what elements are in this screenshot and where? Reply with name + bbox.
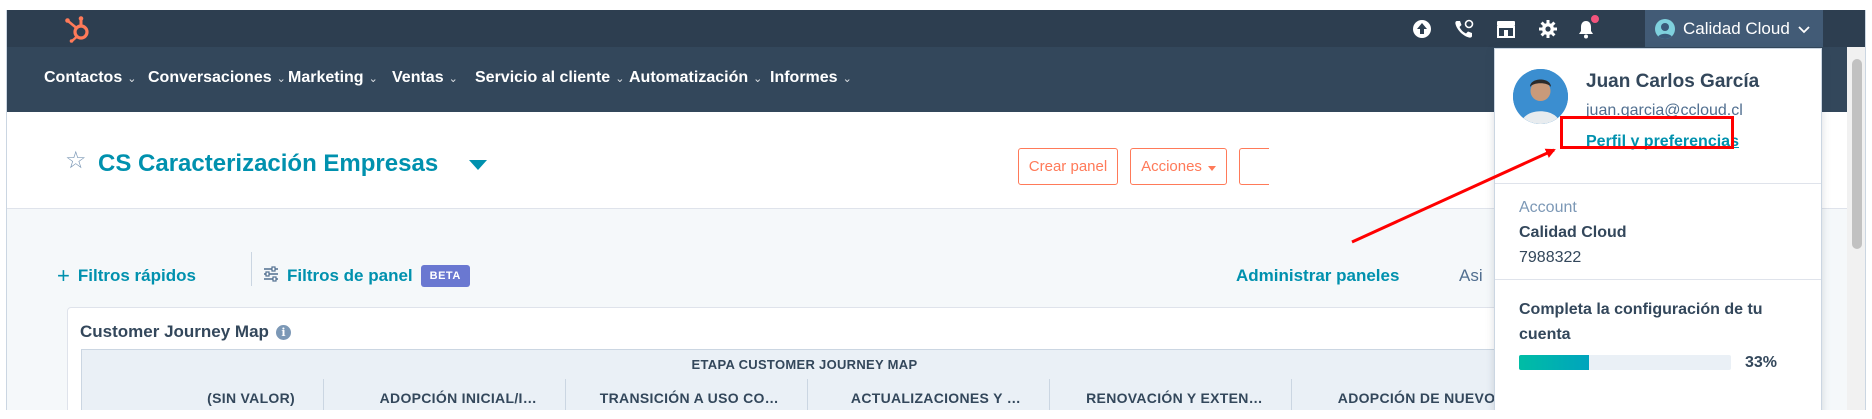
annotation-highlight-box [1560, 116, 1734, 149]
sliders-icon [263, 265, 279, 287]
table-column-header[interactable]: RENOVACIÓN Y EXTEN… [1050, 379, 1292, 410]
actions-button[interactable]: Acciones [1130, 148, 1227, 185]
account-menu-button[interactable]: Calidad Cloud [1645, 10, 1823, 47]
notification-badge [1590, 14, 1600, 24]
chevron-down-icon: ⌄ [276, 72, 286, 85]
nav-item-informes[interactable]: Informes ⌄ [770, 69, 852, 87]
plus-icon: + [57, 263, 70, 288]
page-scrollbar[interactable] [1847, 47, 1865, 410]
marketplace-icon[interactable] [1495, 18, 1517, 40]
account-label: Account [1519, 199, 1577, 216]
panel-filters-button[interactable]: Filtros de panel BETA [263, 265, 470, 287]
table-group-header: ETAPA CUSTOMER JOURNEY MAP [81, 349, 1528, 380]
account-dropdown: Juan Carlos García juan.garcia@ccloud.cl… [1494, 48, 1822, 410]
page-title[interactable]: CS Caracterización Empresas [98, 150, 438, 178]
divider [1495, 279, 1821, 280]
nav-item-servicio-al-cliente[interactable]: Servicio al cliente ⌄ [475, 69, 624, 87]
scrollbar-thumb[interactable] [1852, 59, 1862, 249]
hubspot-logo-icon[interactable] [63, 14, 93, 44]
setup-progress-percent: 33% [1745, 354, 1778, 371]
chevron-down-icon: ⌄ [842, 72, 852, 85]
nav-item-ventas[interactable]: Ventas ⌄ [392, 69, 458, 87]
account-name[interactable]: Calidad Cloud [1519, 224, 1627, 242]
app-frame: Calidad Cloud Contactos ⌄ Conversaciones ⌄… [6, 10, 1866, 410]
actions-label: Acciones [1141, 158, 1202, 175]
favorite-star-icon[interactable]: ☆ [65, 149, 87, 173]
table-group-header-text: ETAPA CUSTOMER JOURNEY MAP [691, 357, 918, 372]
settings-icon[interactable] [1537, 18, 1559, 40]
top-bar: Calidad Cloud [7, 10, 1865, 47]
chevron-down-icon: ⌄ [127, 72, 137, 85]
divider [251, 252, 252, 286]
nav-item-label: Ventas [392, 69, 444, 86]
nav-item-automatizacion[interactable]: Automatización ⌄ [629, 69, 762, 87]
chevron-down-icon: ⌄ [615, 72, 625, 85]
account-id: 7988322 [1519, 249, 1582, 266]
setup-progress-bar [1519, 355, 1731, 370]
nav-item-label: Servicio al cliente [475, 69, 611, 86]
setup-progress-fill [1519, 355, 1589, 370]
nav-item-label: Marketing [288, 69, 364, 86]
info-icon[interactable]: i [275, 324, 291, 340]
chevron-down-icon [1798, 19, 1810, 39]
table-column-header[interactable]: ADOPCIÓN INICIAL/I… [324, 379, 566, 410]
quick-filters-label: Filtros rápidos [77, 266, 196, 285]
chevron-down-icon: ⌄ [448, 72, 458, 85]
chevron-down-icon: ⌄ [753, 72, 763, 85]
nav-item-contactos[interactable]: Contactos ⌄ [44, 69, 136, 87]
notifications-icon[interactable] [1575, 14, 1600, 40]
create-panel-label: Crear panel [1028, 158, 1108, 175]
nav-item-label: Contactos [44, 69, 123, 86]
caret-down-icon[interactable] [469, 160, 487, 170]
report-card: Customer Journey Map i ETAPA CUSTOMER JO… [67, 307, 1534, 410]
quick-filters-button[interactable]: + Filtros rápidos [57, 265, 196, 287]
nav-item-marketing[interactable]: Marketing ⌄ [288, 69, 378, 87]
beta-badge: BETA [420, 265, 470, 287]
table-column-header[interactable]: TRANSICIÓN A USO CO… [566, 379, 808, 410]
avatar [1655, 18, 1675, 39]
divider [1495, 183, 1821, 184]
nav-item-conversaciones[interactable]: Conversaciones ⌄ [148, 69, 286, 87]
chevron-down-icon: ⌄ [368, 72, 378, 85]
setup-text[interactable]: Completa la configuración de tu cuenta [1519, 297, 1809, 347]
create-panel-button[interactable]: Crear panel [1018, 148, 1118, 185]
calling-icon[interactable] [1453, 18, 1475, 40]
table-column-header[interactable]: (SIN VALOR) [82, 379, 324, 410]
report-title-text: Customer Journey Map [80, 322, 269, 341]
upgrade-icon[interactable] [1411, 18, 1433, 40]
report-title: Customer Journey Map i [80, 322, 291, 342]
nav-item-label: Automatización [629, 69, 749, 86]
panel-filters-label: Filtros de panel [287, 266, 413, 285]
nav-item-label: Conversaciones [148, 69, 272, 86]
caret-down-icon [1207, 158, 1216, 175]
more-button[interactable] [1239, 148, 1269, 185]
account-menu-label: Calidad Cloud [1683, 18, 1790, 38]
table-column-headers: (SIN VALOR) ADOPCIÓN INICIAL/I… TRANSICI… [81, 379, 1534, 410]
manage-dashboards-link[interactable]: Administrar paneles [1236, 266, 1399, 286]
nav-item-label: Informes [770, 69, 838, 86]
user-name: Juan Carlos García [1586, 71, 1760, 92]
assign-text: Asi [1459, 266, 1483, 285]
table-column-header[interactable]: ACTUALIZACIONES Y … [808, 379, 1050, 410]
